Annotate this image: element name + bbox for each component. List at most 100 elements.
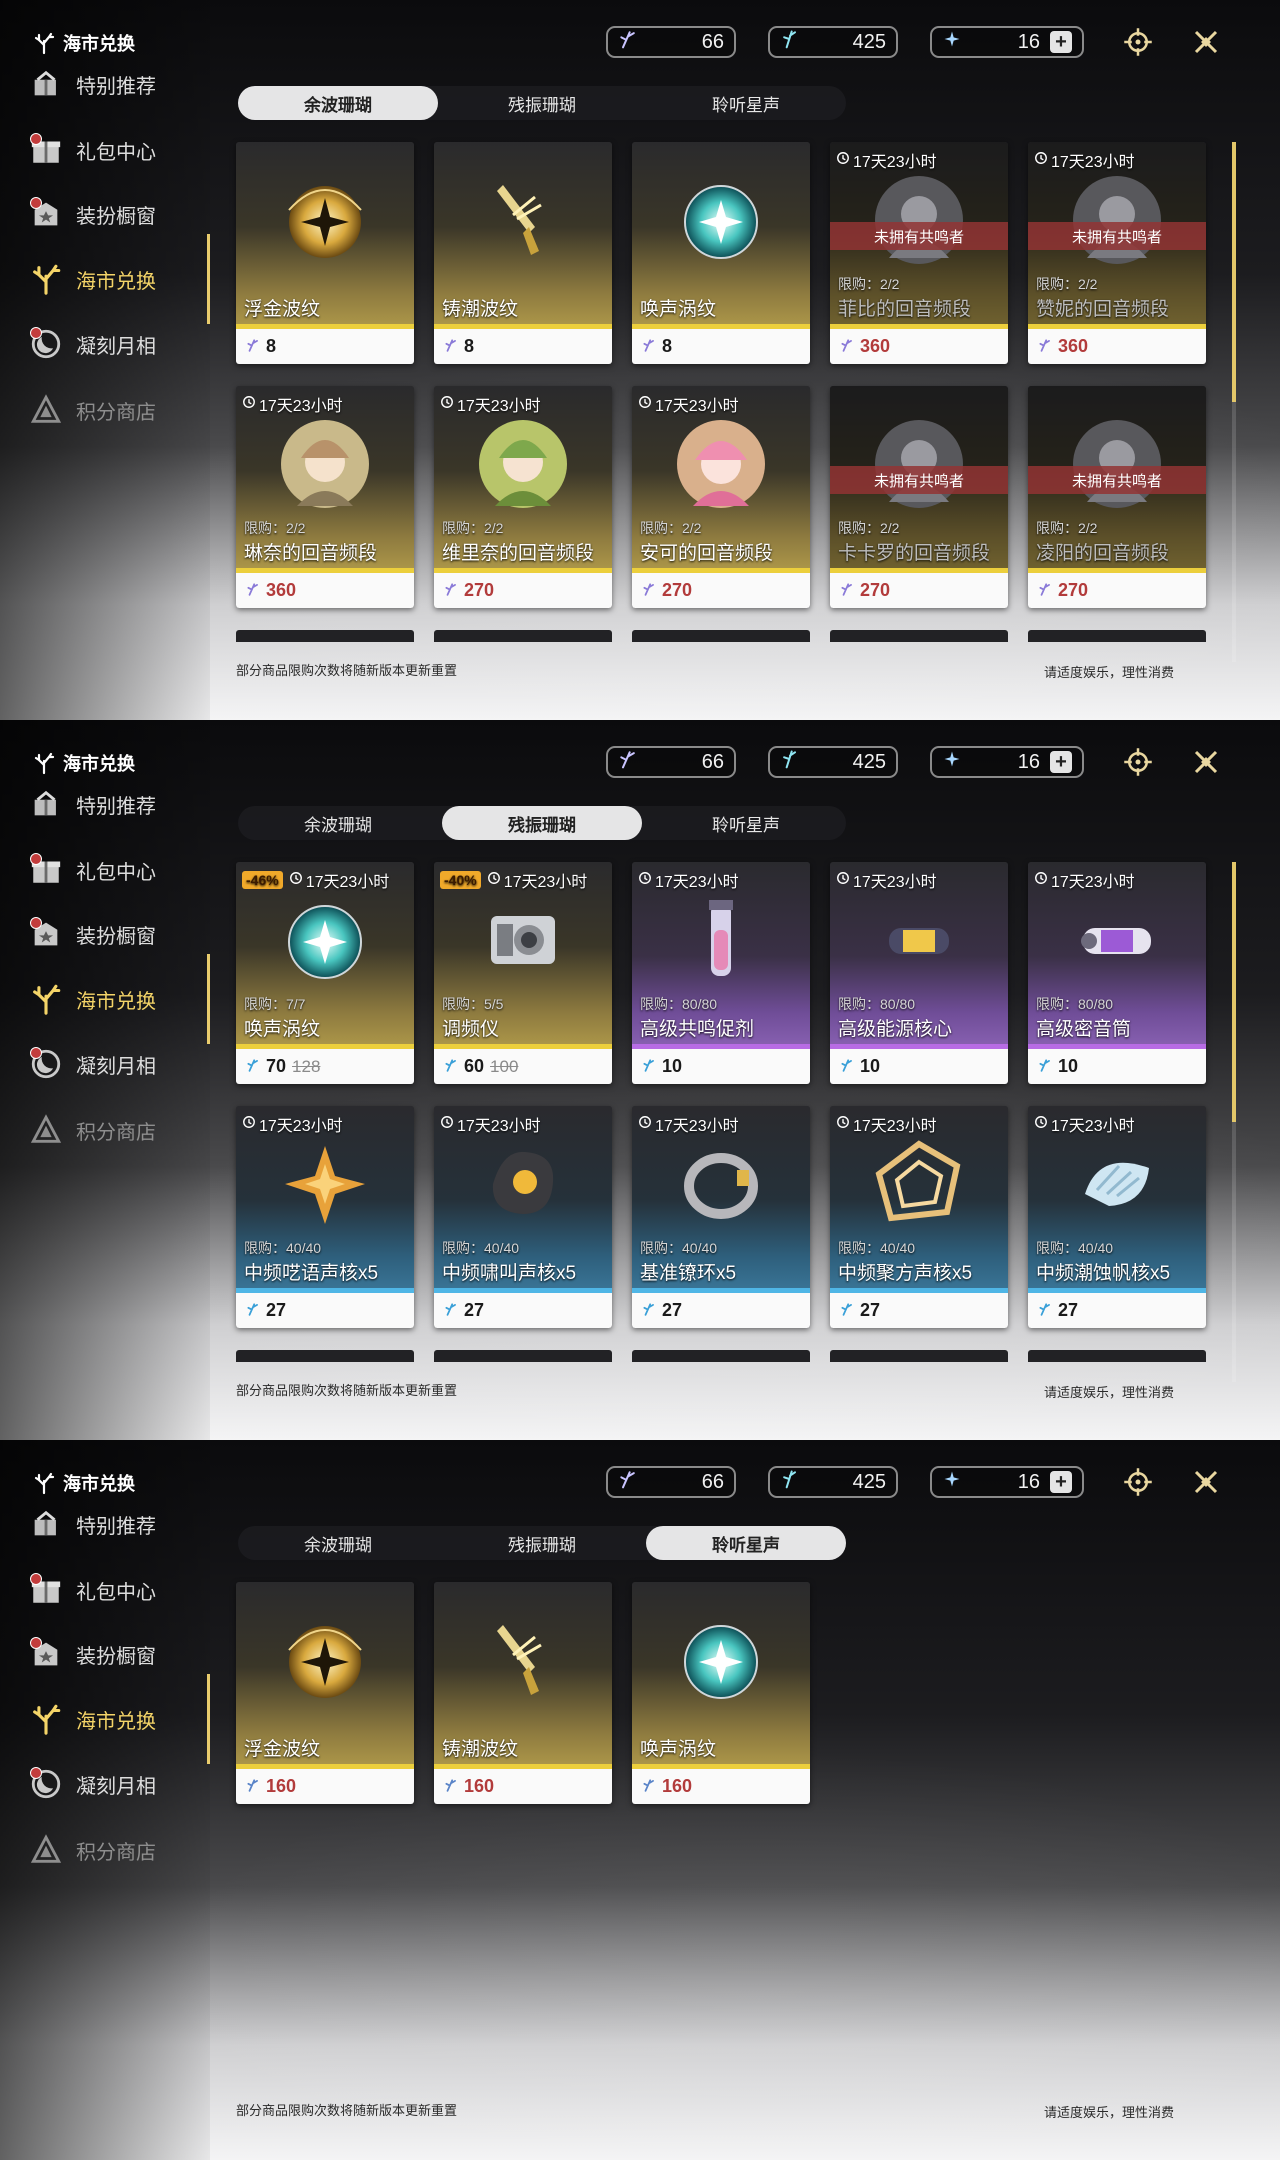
tab-3[interactable]: 聆听星声 xyxy=(646,806,846,840)
shop-item-card[interactable]: 浮金波纹 160 xyxy=(236,1582,414,1804)
item-name: 凌阳的回音频段 xyxy=(1036,543,1170,564)
shop-item-card[interactable]: 未拥有共鸣者 17天23小时 限购：2/2 赞妮的回音频段 360 xyxy=(1028,142,1206,364)
currency-icon xyxy=(246,336,260,357)
sidebar-item-1[interactable]: 特别推荐 xyxy=(26,776,196,832)
shop-item-card[interactable]: 未拥有共鸣者 限购：2/2 凌阳的回音频段 270 xyxy=(1028,386,1206,608)
notification-dot xyxy=(30,1573,42,1585)
shop-item-card[interactable]: 未拥有共鸣者 17天23小时 限购：2/2 菲比的回音频段 360 xyxy=(830,142,1008,364)
currency-value: 16 xyxy=(1017,750,1040,773)
shop-item-card[interactable]: 17天23小时 限购：40/40 基准镣环x5 27 xyxy=(632,1106,810,1328)
sidebar-item-3[interactable]: 装扮橱窗 xyxy=(26,186,196,242)
scrollbar-thumb[interactable] xyxy=(1232,142,1236,402)
purchase-limit: 限购：2/2 xyxy=(1036,520,1098,536)
sidebar-item-5[interactable]: 凝刻月相 xyxy=(26,316,196,372)
timer: 17天23小时 xyxy=(1034,1112,1135,1136)
sidebar-item-6[interactable]: 积分商店 xyxy=(26,382,196,438)
sidebar-item-3[interactable]: 装扮橱窗 xyxy=(26,1626,196,1682)
currency-3[interactable]: 16 + xyxy=(930,746,1084,778)
tab-1[interactable]: 余波珊瑚 xyxy=(238,86,438,120)
shop-item-card[interactable]: 17天23小时 限购：80/80 高级能源核心 10 xyxy=(830,862,1008,1084)
shop-item-card[interactable]: 17天23小时 限购：2/2 安可的回音频段 270 xyxy=(632,386,810,608)
shop-item-card[interactable]: 铸潮波纹 160 xyxy=(434,1582,612,1804)
sidebar-item-2[interactable]: 礼包中心 xyxy=(26,842,196,898)
sidebar-item-6[interactable]: 积分商店 xyxy=(26,1102,196,1158)
sidebar-item-2[interactable]: 礼包中心 xyxy=(26,1562,196,1618)
shop-item-card[interactable]: 铸潮波纹 8 xyxy=(434,142,612,364)
shop-item-card[interactable]: 17天23小时 限购：80/80 高级共鸣促剂 10 xyxy=(632,862,810,1084)
sidebar-item-3[interactable]: 装扮橱窗 xyxy=(26,906,196,962)
coral-icon xyxy=(32,751,56,775)
add-currency-button[interactable]: + xyxy=(1050,1471,1072,1493)
gift-box-icon xyxy=(26,1504,66,1544)
price: 270 xyxy=(434,573,612,608)
scrollbar[interactable] xyxy=(1232,142,1236,662)
price: 60 100 xyxy=(434,1049,612,1084)
add-currency-button[interactable]: + xyxy=(1050,31,1072,53)
shop-item-card[interactable]: -40% 17天23小时 限购：5/5 调频仪 60 100 xyxy=(434,862,612,1084)
currency-3[interactable]: 16 + xyxy=(930,1466,1084,1498)
shop-item-card[interactable]: -46% 17天23小时 限购：7/7 唤声涡纹 70 128 xyxy=(236,862,414,1084)
shop-item-card[interactable]: 17天23小时 限购：40/40 中频潮蚀帆核x5 27 xyxy=(1028,1106,1206,1328)
close-icon[interactable] xyxy=(1188,1464,1224,1500)
tab-3[interactable]: 聆听星声 xyxy=(646,1526,846,1560)
sidebar-item-4[interactable]: 海市兑换 xyxy=(26,251,196,307)
scrollbar-thumb[interactable] xyxy=(1232,862,1236,1122)
price-value: 160 xyxy=(662,1776,693,1796)
scrollbar[interactable] xyxy=(1232,862,1236,1382)
item-name: 基准镣环x5 xyxy=(640,1263,737,1284)
timer: 17天23小时 xyxy=(836,868,937,892)
shop-item-card[interactable]: 唤声涡纹 8 xyxy=(632,142,810,364)
shop-item-card[interactable]: 17天23小时 限购：2/2 维里奈的回音频段 270 xyxy=(434,386,612,608)
item-image xyxy=(671,1610,771,1710)
price: 160 xyxy=(632,1769,810,1804)
target-icon[interactable] xyxy=(1120,24,1156,60)
sidebar-item-5[interactable]: 凝刻月相 xyxy=(26,1756,196,1812)
sidebar-item-1[interactable]: 特别推荐 xyxy=(26,1496,196,1552)
shop-item-card[interactable]: 未拥有共鸣者 限购：2/2 卡卡罗的回音频段 270 xyxy=(830,386,1008,608)
sidebar-item-1[interactable]: 特别推荐 xyxy=(26,56,196,112)
sidebar-item-4[interactable]: 海市兑换 xyxy=(26,1691,196,1747)
currency-icon xyxy=(246,1300,260,1321)
item-name: 高级能源核心 xyxy=(838,1019,953,1040)
sidebar-item-5[interactable]: 凝刻月相 xyxy=(26,1036,196,1092)
shop-item-card[interactable]: 17天23小时 限购：40/40 中频呓语声核x5 27 xyxy=(236,1106,414,1328)
sidebar-item-2[interactable]: 礼包中心 xyxy=(26,122,196,178)
moon-icon xyxy=(26,1044,66,1084)
tab-2[interactable]: 残振珊瑚 xyxy=(442,86,642,120)
add-currency-button[interactable]: + xyxy=(1050,751,1072,773)
shop-item-card[interactable]: 17天23小时 限购：80/80 高级密音筒 10 xyxy=(1028,862,1206,1084)
tab-1[interactable]: 余波珊瑚 xyxy=(238,1526,438,1560)
tab-3[interactable]: 聆听星声 xyxy=(646,86,846,120)
resonance-coral-icon xyxy=(780,29,800,55)
shop-item-card[interactable]: 17天23小时 限购：40/40 中频聚方声核x5 27 xyxy=(830,1106,1008,1328)
shop-item-card[interactable]: 浮金波纹 8 xyxy=(236,142,414,364)
tab-2[interactable]: 残振珊瑚 xyxy=(442,806,642,840)
purchase-limit: 限购：7/7 xyxy=(244,996,306,1012)
item-image xyxy=(275,1134,375,1234)
sidebar-item-4[interactable]: 海市兑换 xyxy=(26,971,196,1027)
price-value: 270 xyxy=(662,580,693,600)
shop-item-card[interactable]: 17天23小时 限购：40/40 中频啸叫声核x5 27 xyxy=(434,1106,612,1328)
sidebar-item-label: 海市兑换 xyxy=(76,990,156,1013)
currency-value: 16 xyxy=(1017,30,1040,53)
close-icon[interactable] xyxy=(1188,744,1224,780)
close-icon[interactable] xyxy=(1188,24,1224,60)
tab-2[interactable]: 残振珊瑚 xyxy=(442,1526,642,1560)
item-name: 卡卡罗的回音频段 xyxy=(838,543,991,564)
notification-dot xyxy=(30,853,42,865)
price: 8 xyxy=(632,329,810,364)
currency-icon xyxy=(246,1776,260,1797)
currency-1: 66 xyxy=(606,1466,736,1498)
sidebar-item-6[interactable]: 积分商店 xyxy=(26,1822,196,1878)
tab-1[interactable]: 余波珊瑚 xyxy=(238,806,438,840)
shop-item-card[interactable]: 唤声涡纹 160 xyxy=(632,1582,810,1804)
currency-icon xyxy=(1038,336,1052,357)
timer-text: 17天23小时 xyxy=(853,1118,937,1135)
shop-item-card[interactable]: 17天23小时 限购：2/2 琳奈的回音频段 360 xyxy=(236,386,414,608)
target-icon[interactable] xyxy=(1120,744,1156,780)
currency-3[interactable]: 16 + xyxy=(930,26,1084,58)
target-icon[interactable] xyxy=(1120,1464,1156,1500)
clock-icon xyxy=(242,1115,256,1134)
purchase-limit: 限购：2/2 xyxy=(838,276,900,292)
price-value: 360 xyxy=(1058,336,1089,356)
